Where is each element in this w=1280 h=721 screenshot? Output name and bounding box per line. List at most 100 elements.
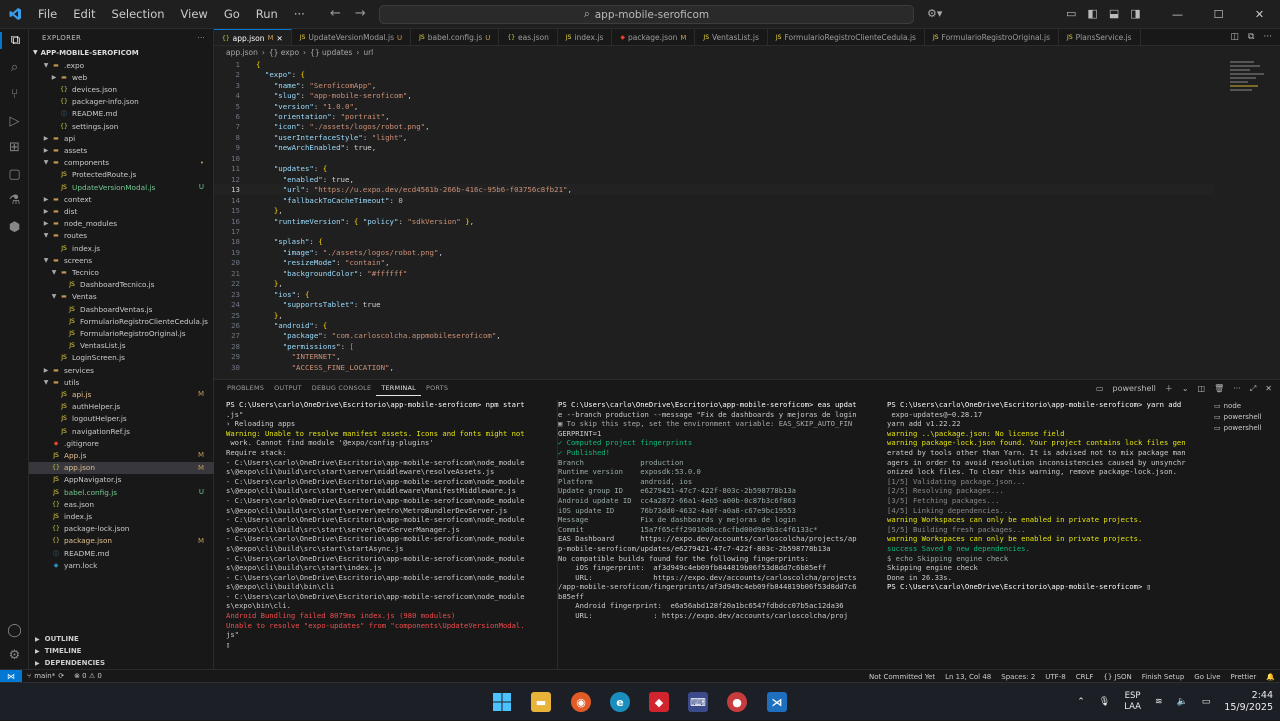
back-arrow-icon[interactable]: ← [330,6,341,21]
code-line[interactable]: 11 "updates": { [214,164,1214,175]
tree-file[interactable]: JS FormularioRegistroClienteCedula.js [29,315,214,327]
panel-tab-problems[interactable]: PROBLEMS [222,380,269,396]
tree-folder[interactable]: ▶ ▬ api [29,132,214,144]
toggle-secondary-sidebar-icon[interactable]: ◨ [1130,7,1140,20]
tree-folder[interactable]: ▶ ▬ services [29,364,214,376]
code-line[interactable]: 9 "newArchEnabled": true, [214,143,1214,154]
tree-file[interactable]: {} eas.json [29,498,214,510]
tree-folder[interactable]: ▼ ▬ Ventas [29,291,214,303]
tree-folder[interactable]: ▶ ▬ dist [29,205,214,217]
branch-status[interactable]: ⑂ main* ⟳ [22,672,69,680]
code-line[interactable]: 7 "icon": "./assets/logos/robot.png", [214,122,1214,133]
microphone-icon[interactable]: 🎙 [1092,697,1117,707]
status-item[interactable]: Not Committed Yet [864,673,940,681]
code-line[interactable]: 17 [214,226,1214,237]
editor-tab[interactable]: JS PlansService.js [1059,29,1141,45]
code-line[interactable]: 20 "resizeMode": "contain", [214,258,1214,269]
wifi-icon[interactable]: ≋ [1148,697,1170,707]
code-line[interactable]: 5 "version": "1.0.0", [214,101,1214,112]
code-line[interactable]: 25 }, [214,310,1214,321]
project-root[interactable]: ▼ APP-MOBILE-SEROFICOM [29,46,213,59]
editor-tab[interactable]: {} eas.json [499,29,558,45]
file-explorer-icon[interactable]: ▬ [531,692,551,712]
status-item[interactable]: Finish Setup [1137,673,1190,681]
battery-icon[interactable]: ▭ [1195,697,1218,707]
clock[interactable]: 2:44 15/9/2025 [1217,690,1280,714]
code-line[interactable]: 3 "name": "SeroficomApp", [214,80,1214,91]
tree-file[interactable]: JS App.js M [29,449,214,461]
vscode-taskbar-icon[interactable]: ⋊ [767,692,787,712]
tree-folder[interactable]: ▼ ▬ routes [29,230,214,242]
firefox-icon[interactable]: ◉ [571,692,591,712]
tree-file[interactable]: JS DashboardTecnico.js [29,279,214,291]
tree-file[interactable]: JS api.js M [29,388,214,400]
editor-tab[interactable]: JS babel.config.js U [411,29,500,45]
code-line[interactable]: 1{ [214,59,1214,70]
code-line[interactable]: 29 "INTERNET", [214,352,1214,363]
code-line[interactable]: 2 "expo": { [214,69,1214,80]
menu-more[interactable]: ··· [286,0,313,29]
code-line[interactable]: 27 "package": "com.carloscolcha.appmobil… [214,331,1214,342]
copilot-icon[interactable]: ⚙▾ [927,7,942,20]
edge-icon[interactable]: e [610,692,630,712]
outline-section[interactable]: ▶ OUTLINE [29,633,214,645]
tree-folder[interactable]: ▶ ▬ web [29,71,214,83]
explorer-icon[interactable]: ⧉ [0,32,29,49]
tree-file[interactable]: ◆ .gitignore [29,437,214,449]
tree-folder[interactable]: ▼ ▬ screens [29,254,214,266]
panel-tab-terminal[interactable]: TERMINAL [376,380,421,396]
windows-start-icon[interactable] [492,692,512,712]
toggle-panel-icon[interactable]: ⬓ [1109,7,1119,20]
editor-tab[interactable]: JS FormularioRegistroOriginal.js [925,29,1060,45]
terminal-1[interactable]: PS C:\Users\carlo\OneDrive\Escritorio\ap… [226,400,544,670]
command-center-search[interactable]: ⌕ app-mobile-seroficom [379,5,914,24]
menu-file[interactable]: File [30,0,65,29]
customize-layout-icon[interactable]: ▭ [1066,7,1076,20]
editor-tab[interactable]: ◆ package.json M [612,29,696,45]
code-line[interactable]: 21 "backgroundColor": "#ffffff" [214,268,1214,279]
volume-icon[interactable]: 🔈 [1170,697,1195,707]
remote-icon[interactable]: ⋈ [0,669,22,683]
code-line[interactable]: 4 "slug": "app-mobile-seroficom", [214,90,1214,101]
breadcrumb-item[interactable]: {} expo [269,48,299,57]
status-item[interactable]: CRLF [1071,673,1099,681]
tree-folder[interactable]: ▼ ▬ Tecnico [29,266,214,278]
tree-file[interactable]: JS LoginScreen.js [29,352,214,364]
code-line[interactable]: 28 "permissions": [ [214,341,1214,352]
tree-folder[interactable]: ▼ ▬ utils [29,376,214,388]
new-terminal-icon[interactable]: ＋ [1165,383,1173,394]
tree-file[interactable]: ⓘ README.md [29,108,214,120]
terminal-3[interactable]: PS C:\Users\carlo\OneDrive\Escritorio\ap… [887,400,1212,670]
chevron-down-icon[interactable]: ⌄ [1182,384,1189,393]
code-line[interactable]: 14 "fallbackToCacheTimeout": 0 [214,195,1214,206]
forward-arrow-icon[interactable]: → [355,6,366,21]
tree-folder[interactable]: ▶ ▬ node_modules [29,218,214,230]
terminal-list-item[interactable]: ▭ powershell [1214,422,1274,433]
code-line[interactable]: 30 "ACCESS_FINE_LOCATION", [214,362,1214,373]
menu-view[interactable]: View [173,0,216,29]
code-line[interactable]: 22 }, [214,278,1214,289]
testing-icon[interactable]: ⚗ [6,192,23,209]
dependencies-section[interactable]: ▶ DEPENDENCIES [29,657,214,669]
tree-file[interactable]: ◆ yarn.lock [29,559,214,571]
split-terminal-icon[interactable]: ◫ [1198,384,1206,393]
editor-tab[interactable]: JS UpdateVersionModal.js U [292,29,412,45]
code-line[interactable]: 8 "userInterfaceStyle": "light", [214,132,1214,143]
panel-tab-ports[interactable]: PORTS [421,380,453,396]
more-actions-icon[interactable]: ··· [197,34,205,42]
tree-file[interactable]: {} package.json M [29,535,214,547]
search-sidebar-icon[interactable]: ⌕ [6,59,23,76]
run-debug-icon[interactable]: ▷ [6,113,23,130]
source-control-icon[interactable]: ⑂ [6,86,23,103]
editor-tab[interactable]: JS index.js [558,29,613,45]
status-item[interactable]: Prettier [1226,673,1262,681]
tree-file[interactable]: {} app.json M [29,461,214,474]
breadcrumb-item[interactable]: app.json [226,48,258,57]
language-indicator[interactable]: ESP LAA [1117,691,1148,713]
tree-file[interactable]: ⓘ README.md [29,547,214,559]
timeline-section[interactable]: ▶ TIMELINE [29,645,214,657]
code-line[interactable]: 18 "splash": { [214,237,1214,248]
panel-tab-debug-console[interactable]: DEBUG CONSOLE [307,380,377,396]
editor-tab[interactable]: JS VentasList.js [695,29,768,45]
status-item[interactable]: Ln 13, Col 48 [940,673,996,681]
